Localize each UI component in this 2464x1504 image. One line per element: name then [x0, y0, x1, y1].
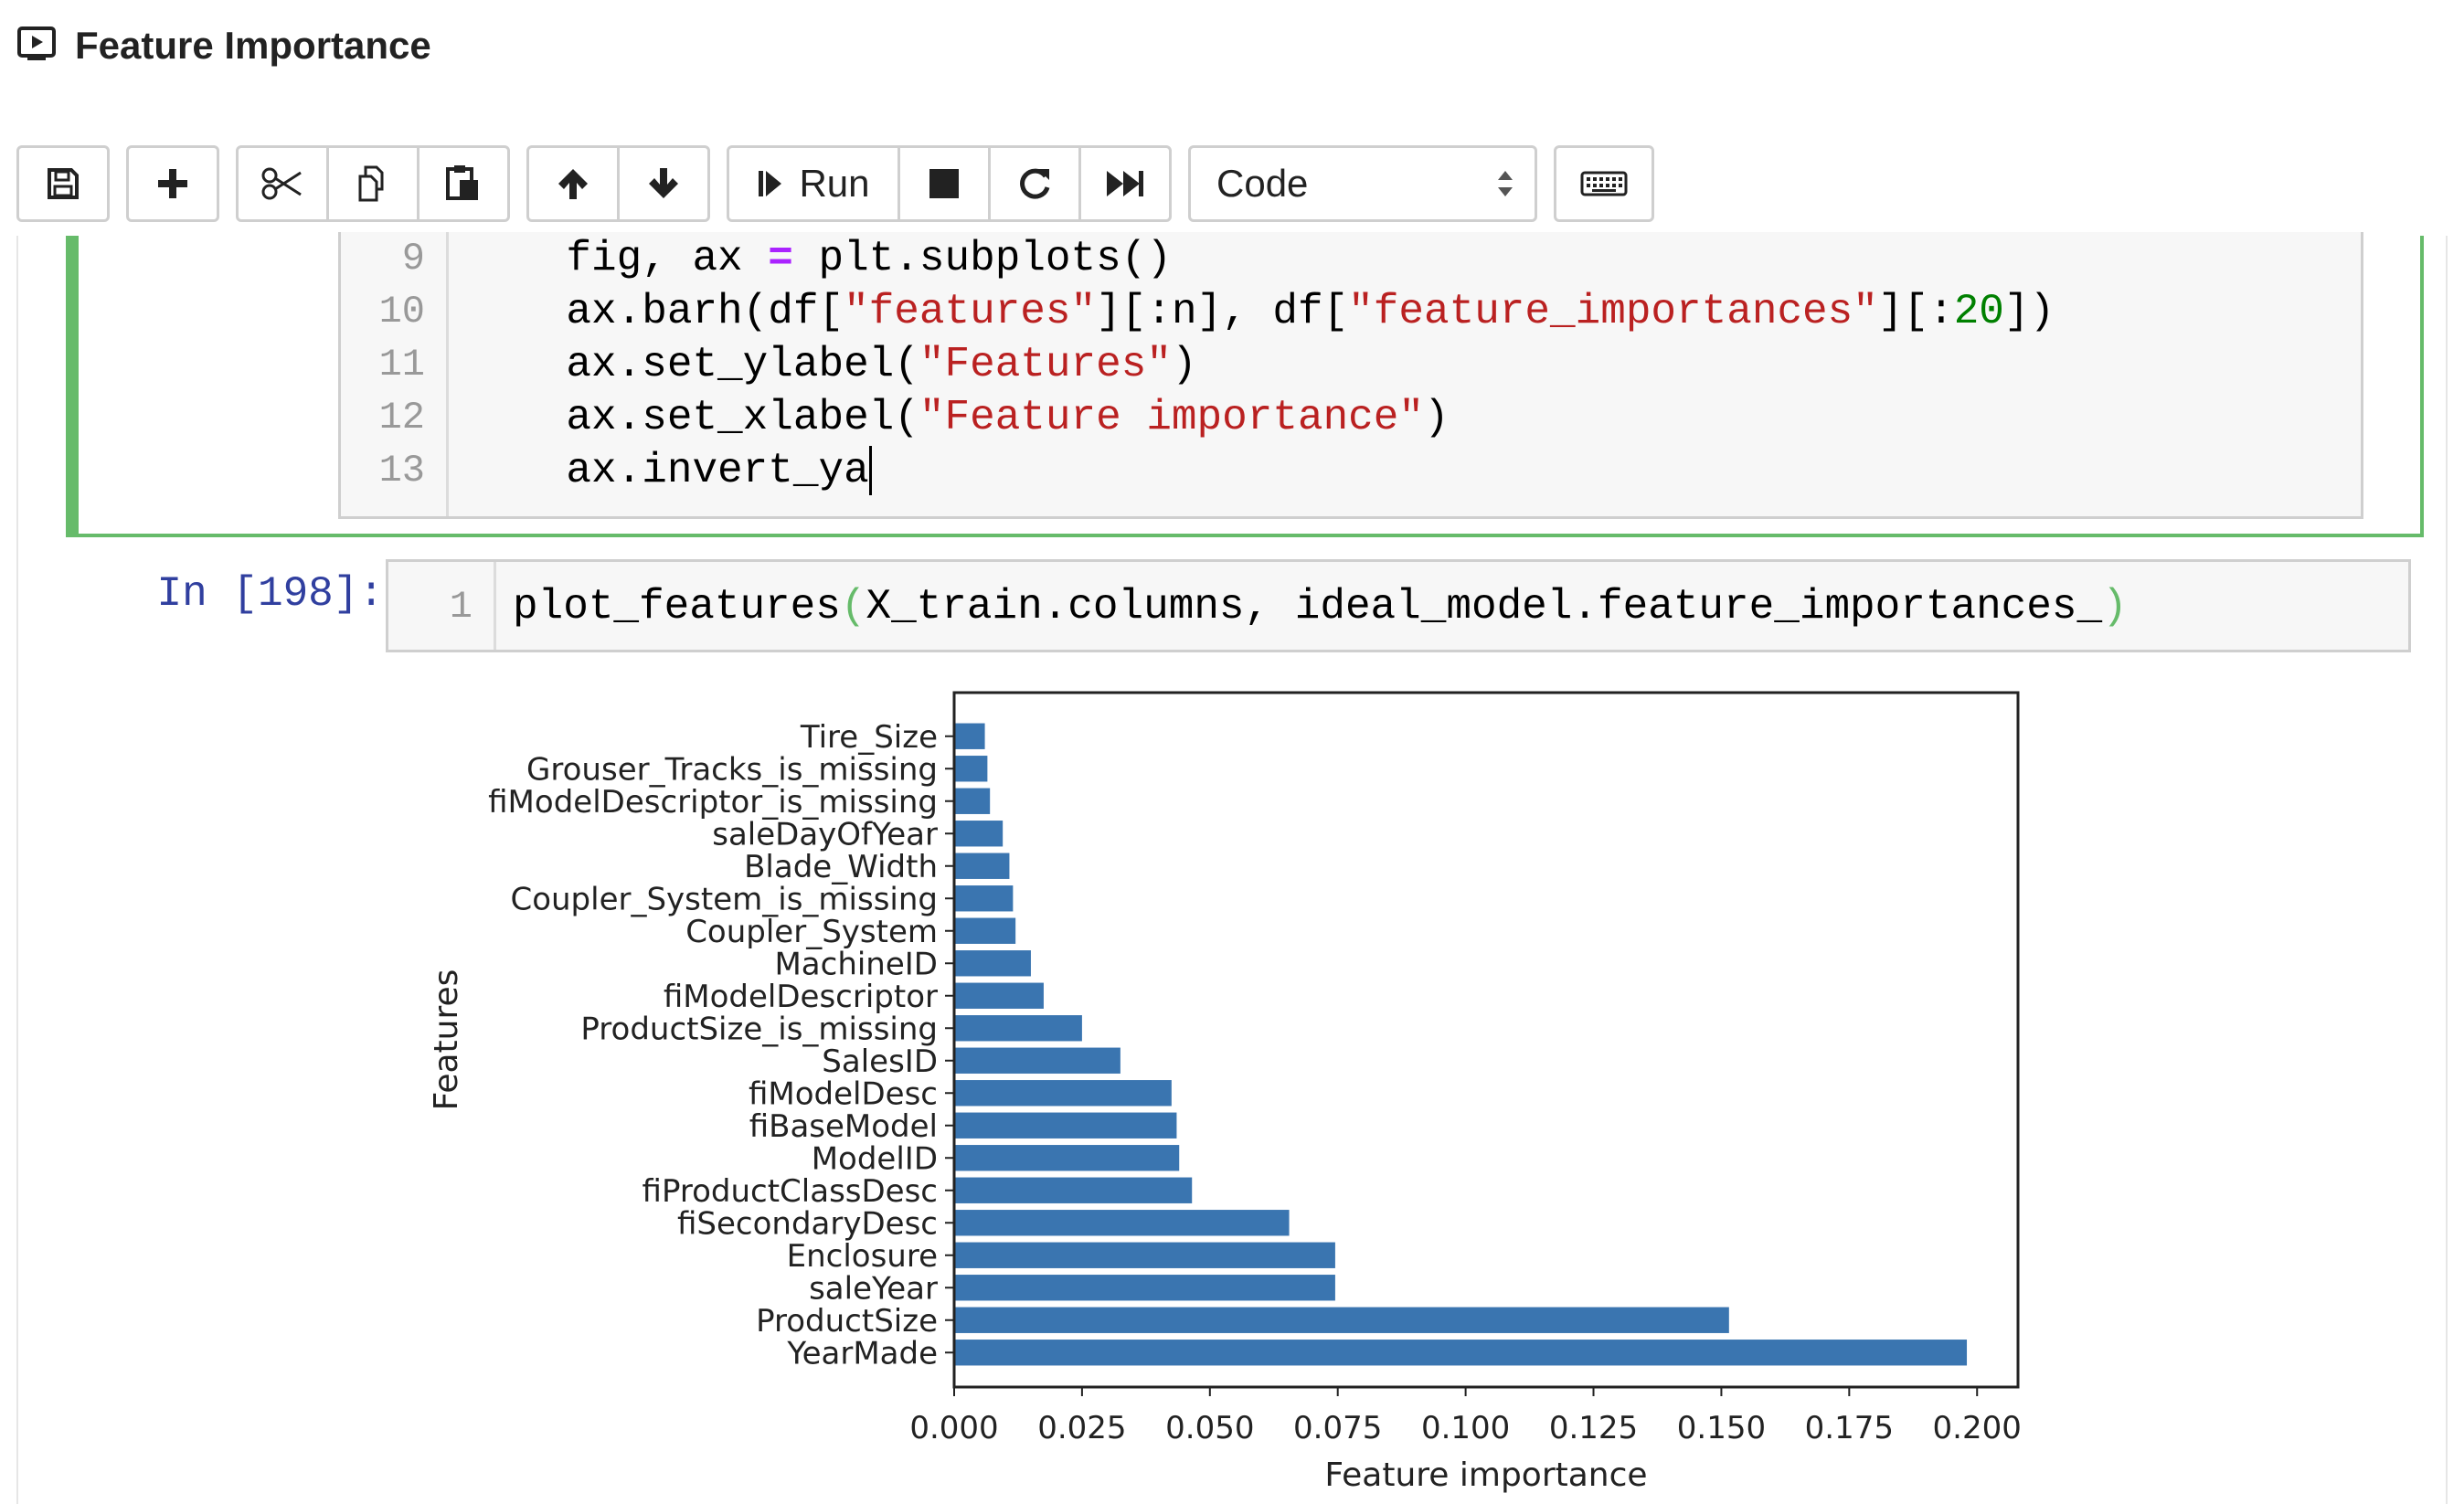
- plus-icon: [154, 165, 191, 202]
- y-tick-label: Coupler_System_is_missing: [510, 881, 938, 917]
- y-tick-label: Grouser_Tracks_is_missing: [526, 751, 938, 788]
- paste-button[interactable]: [417, 145, 510, 222]
- paste-icon: [443, 164, 483, 204]
- x-tick-label: 0.200: [1933, 1410, 2022, 1446]
- chart-bar: [954, 1210, 1290, 1235]
- move-group: [526, 145, 710, 222]
- y-tick-label: YearMade: [786, 1335, 938, 1372]
- arrow-down-icon: [645, 165, 682, 202]
- x-tick-label: 0.175: [1805, 1410, 1894, 1446]
- move-up-button[interactable]: [526, 145, 620, 222]
- insert-group: [126, 145, 219, 222]
- copy-icon: [353, 164, 393, 204]
- x-tick-label: 0.125: [1549, 1410, 1638, 1446]
- cut-button[interactable]: [236, 145, 329, 222]
- refresh-icon: [1016, 165, 1053, 202]
- y-tick-label: fiModelDesc: [749, 1075, 938, 1112]
- chart-bar: [954, 950, 1031, 976]
- chart-bar: [954, 853, 1009, 879]
- chart-bar: [954, 789, 990, 814]
- interrupt-button[interactable]: [897, 145, 991, 222]
- feature-importance-chart: Tire_SizeGrouser_Tracks_is_missingfiMode…: [18, 236, 2446, 1504]
- chart-bar: [954, 821, 1003, 846]
- y-tick-label: fiModelDescriptor: [664, 979, 938, 1015]
- chart-bar: [954, 1048, 1120, 1074]
- notebook-toolbar: Run Code: [16, 144, 1654, 223]
- cell-type-select[interactable]: Code: [1188, 145, 1537, 222]
- stop-icon: [926, 165, 962, 202]
- x-tick-label: 0.050: [1165, 1410, 1254, 1446]
- run-group: Run: [727, 145, 1172, 222]
- y-tick-label: ProductSize_is_missing: [580, 1011, 938, 1047]
- cell-type-value: Code: [1216, 162, 1308, 206]
- y-tick-label: Tire_Size: [800, 719, 938, 756]
- save-group: [16, 145, 110, 222]
- chart-bar: [954, 918, 1015, 944]
- command-palette-button[interactable]: [1554, 145, 1654, 222]
- save-button[interactable]: [16, 145, 110, 222]
- keyboard-icon: [1580, 170, 1628, 197]
- page-title: Feature Importance: [75, 24, 431, 68]
- x-tick-label: 0.100: [1421, 1410, 1510, 1446]
- fast-forward-icon: [1105, 165, 1145, 202]
- x-tick-label: 0.150: [1677, 1410, 1766, 1446]
- y-tick-label: Enclosure: [787, 1238, 938, 1275]
- insert-cell-button[interactable]: [126, 145, 219, 222]
- select-arrows-icon: [1496, 165, 1514, 202]
- chart-bar: [954, 1340, 1967, 1365]
- x-tick-label: 0.075: [1293, 1410, 1382, 1446]
- x-tick-label: 0.025: [1037, 1410, 1126, 1446]
- chart-bar: [954, 1080, 1172, 1106]
- copy-button[interactable]: [326, 145, 420, 222]
- notebook-page: Feature Importance: [0, 0, 2464, 1504]
- chart-bar: [954, 885, 1013, 911]
- run-button[interactable]: Run: [727, 145, 900, 222]
- x-axis-label: Feature importance: [1324, 1456, 1647, 1494]
- move-down-button[interactable]: [617, 145, 710, 222]
- page-header: Feature Importance: [16, 20, 431, 71]
- arrow-up-icon: [555, 165, 591, 202]
- palette-group: [1554, 145, 1654, 222]
- chart-bar: [954, 1178, 1192, 1203]
- y-tick-label: SalesID: [822, 1043, 938, 1080]
- edit-group: [236, 145, 510, 222]
- y-tick-label: fiProductClassDesc: [643, 1173, 938, 1210]
- chart-bar: [954, 756, 987, 781]
- y-tick-label: Coupler_System: [685, 914, 938, 950]
- chart-bar: [954, 1275, 1335, 1300]
- step-forward-icon: [757, 165, 784, 202]
- y-tick-label: Blade_Width: [744, 849, 938, 885]
- chart-bar: [954, 1145, 1179, 1170]
- x-tick-label: 0.000: [909, 1410, 998, 1446]
- chart-bar: [954, 1015, 1082, 1041]
- run-label: Run: [799, 162, 869, 206]
- y-tick-label: saleDayOfYear: [712, 816, 938, 853]
- y-tick-label: fiBaseModel: [749, 1108, 938, 1145]
- scissors-icon: [260, 165, 304, 202]
- y-axis-label: Features: [428, 969, 465, 1111]
- play-screen-icon: [16, 26, 57, 67]
- y-tick-label: fiSecondaryDesc: [677, 1205, 938, 1242]
- chart-bar: [954, 1308, 1729, 1333]
- y-tick-label: saleYear: [809, 1270, 938, 1307]
- chart-bar: [954, 1243, 1335, 1268]
- notebook-container: 9 10 11 12 13 fig, ax = plt.subplots() a…: [16, 236, 2448, 1504]
- y-tick-label: MachineID: [774, 946, 938, 982]
- y-tick-label: ModelID: [812, 1140, 938, 1177]
- chart-bar: [954, 724, 985, 749]
- y-tick-label: fiModelDescriptor_is_missing: [488, 784, 938, 821]
- restart-run-all-button[interactable]: [1078, 145, 1172, 222]
- chart-bar: [954, 983, 1044, 1009]
- restart-button[interactable]: [988, 145, 1081, 222]
- chart-bar: [954, 1113, 1176, 1139]
- y-tick-label: ProductSize: [756, 1303, 938, 1340]
- floppy-icon: [45, 165, 81, 202]
